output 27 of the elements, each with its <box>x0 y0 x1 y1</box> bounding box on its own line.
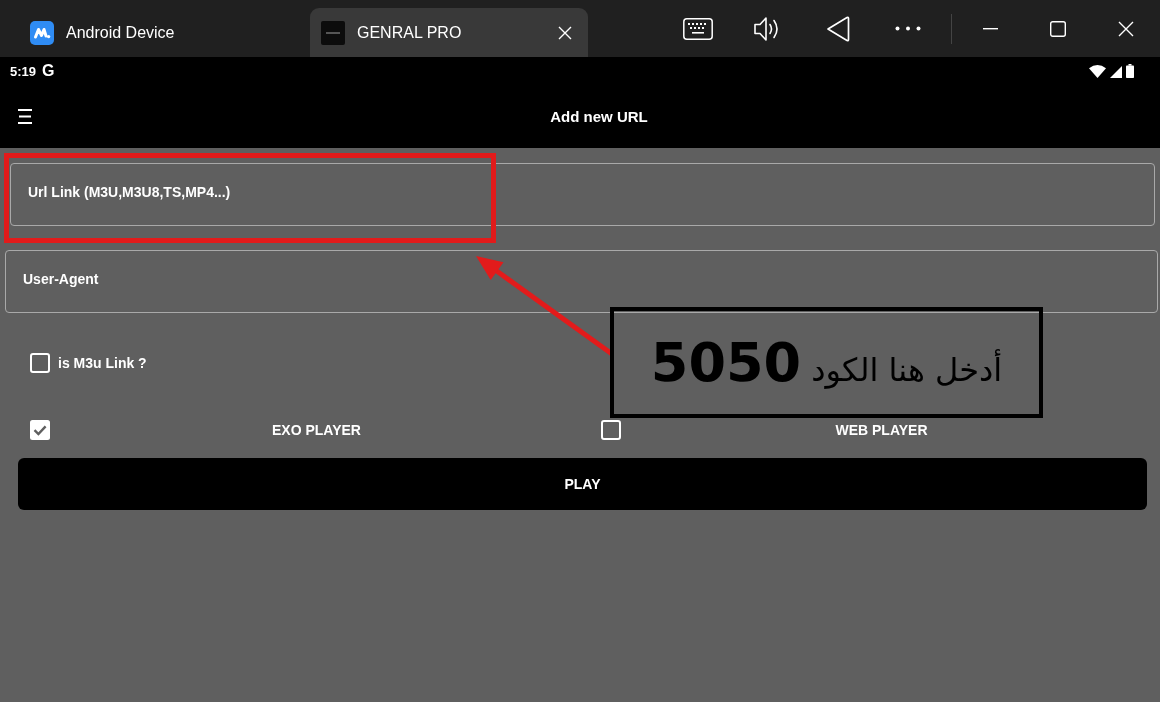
status-time: 5:19 <box>10 63 37 79</box>
checkbox-label: WEB PLAYER <box>834 422 929 438</box>
screen-title: Add new URL <box>549 108 649 125</box>
input-field[interactable]: Url Link (M3U,M3U8,TS,MP4...) <box>10 163 1155 226</box>
checkbox[interactable] <box>601 420 621 440</box>
close-icon <box>1118 20 1134 37</box>
wifi-icon <box>1089 65 1106 78</box>
app-logo-icon <box>30 20 54 45</box>
keyboard-icon <box>683 17 713 40</box>
input-field[interactable]: User-Agent <box>5 250 1158 313</box>
checkbox-label: is M3u Link ? <box>58 355 147 371</box>
battery-icon <box>1126 64 1134 78</box>
minimize-icon <box>982 27 998 30</box>
checkbox[interactable] <box>30 420 50 440</box>
maximize-icon <box>1050 20 1066 37</box>
checkbox-label: EXO PLAYER <box>271 422 362 438</box>
back-icon <box>826 15 850 42</box>
window-tab[interactable]: Android Device <box>0 8 310 57</box>
signal-icon <box>1110 66 1122 78</box>
play-button[interactable]: PLAY <box>18 458 1147 510</box>
menu-icon[interactable] <box>18 109 32 124</box>
app-icon <box>321 20 345 45</box>
checkbox[interactable] <box>30 353 50 373</box>
notification-icon: G <box>42 62 55 80</box>
window-tab[interactable]: GENRAL PRO <box>310 8 588 57</box>
more-icon <box>895 26 921 31</box>
close-icon[interactable] <box>558 25 572 40</box>
